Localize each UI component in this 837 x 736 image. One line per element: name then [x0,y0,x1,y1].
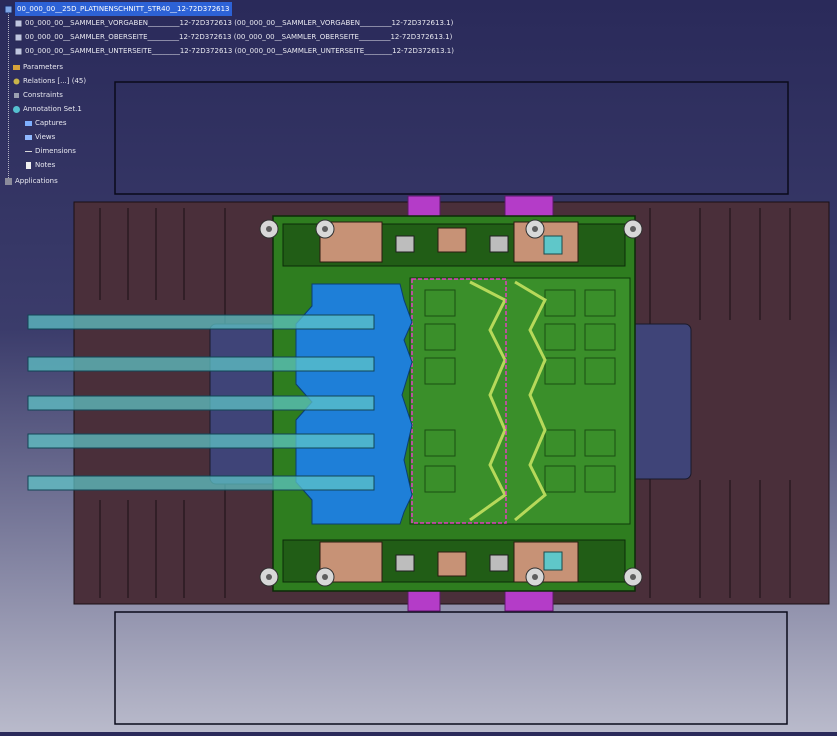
captures-icon [25,120,32,126]
relations-icon [13,78,20,85]
applications-icon [5,177,12,185]
tree-dimensions[interactable]: Dimensions [24,144,76,158]
parameters-icon [13,64,20,70]
tree-notes[interactable]: Notes [24,158,55,172]
tree-constraints[interactable]: Constraints [12,88,63,102]
tree-captures[interactable]: Captures [24,116,66,130]
tree-applications[interactable]: Applications [4,174,58,188]
specification-tree[interactable]: 00_000_00__25D_PLATINENSCHNITT_STR40__12… [2,2,454,192]
product-icon [4,5,13,14]
tree-relations[interactable]: Relations [...] (45) [12,74,86,88]
dimensions-icon [25,150,32,152]
tree-views[interactable]: Views [24,130,55,144]
views-icon [25,134,32,140]
notes-icon [26,161,31,169]
tree-parameters[interactable]: Parameters [12,60,63,74]
constraints-icon [14,92,19,98]
tree-root[interactable]: 00_000_00__25D_PLATINENSCHNITT_STR40__12… [4,2,232,17]
feeder-bottom [543,551,563,571]
tree-product-oberseite[interactable]: 00_000_00__SAMMLER_OBERSEITE_________12-… [14,30,452,44]
annotation-set-icon [13,105,20,113]
tree-annotation-set[interactable]: Annotation Set.1 [12,102,82,116]
feeder-top [543,235,563,255]
product-icon [14,19,23,28]
right-pad [627,323,692,480]
product-icon [14,47,23,56]
tree-product-vorgaben[interactable]: 00_000_00__SAMMLER_VORGABEN_________12-7… [14,16,453,30]
tree-product-unterseite[interactable]: 00_000_00__SAMMLER_UNTERSEITE________12-… [14,44,454,58]
die-pockets [409,277,631,525]
lower-press-frame [114,611,788,725]
product-icon [14,33,23,42]
